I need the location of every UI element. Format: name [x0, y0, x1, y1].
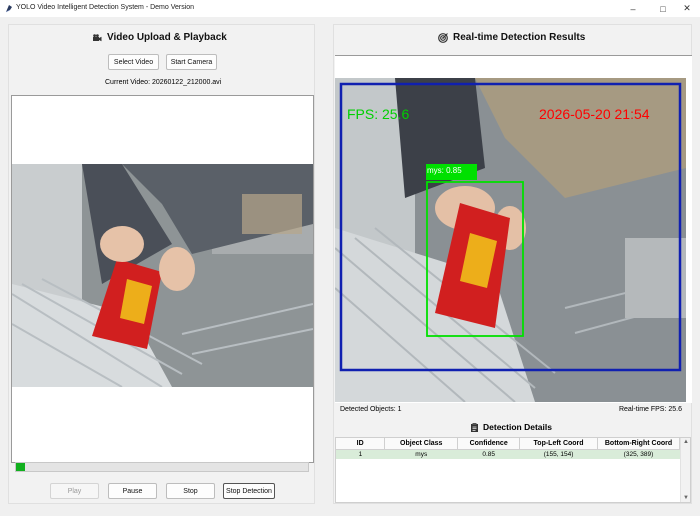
table-header-row: ID Object Class Confidence Top-Left Coor…	[336, 438, 680, 450]
detection-details-table: ID Object Class Confidence Top-Left Coor…	[335, 437, 691, 503]
video-frame-image	[12, 164, 313, 387]
detection-results-title-text: Real-time Detection Results	[453, 32, 586, 43]
detection-result-area: FPS: 25.6 2026-05-20 21:54 mys: 0.85	[335, 55, 692, 403]
minimize-button[interactable]: –	[620, 0, 646, 17]
detection-details-title: Detection Details	[470, 422, 552, 432]
pause-button[interactable]: Pause	[108, 483, 157, 499]
table-row[interactable]: 1 mys 0.85 (155, 154) (325, 389)	[336, 449, 680, 459]
start-camera-button[interactable]: Start Camera	[166, 54, 217, 70]
movie-camera-icon	[93, 33, 102, 41]
cell-top-left: (155, 154)	[519, 449, 598, 459]
video-upload-title: Video Upload & Playback	[92, 32, 227, 43]
column-header-confidence[interactable]: Confidence	[457, 438, 521, 450]
video-upload-panel: Video Upload & Playback Select Video Sta…	[8, 24, 315, 504]
cell-bottom-right: (325, 389)	[597, 449, 680, 459]
video-upload-title-text: Video Upload & Playback	[107, 32, 227, 43]
video-playback-area	[11, 95, 314, 463]
app-feather-icon	[5, 5, 12, 13]
overlay-timestamp-text: 2026-05-20 21:54	[539, 106, 650, 122]
cell-object-class: mys	[384, 449, 458, 459]
scroll-down-arrow-icon[interactable]: ▼	[683, 495, 689, 501]
detection-box-label: mys: 0.85	[427, 166, 462, 175]
close-button[interactable]: ✕	[674, 0, 700, 17]
column-header-id[interactable]: ID	[336, 438, 386, 450]
current-video-name: 20260122_212000.avi	[151, 79, 222, 86]
realtime-fps-readout: Real-time FPS: 25.6	[618, 406, 682, 413]
detection-results-title: Real-time Detection Results	[438, 32, 585, 43]
select-video-button[interactable]: Select Video	[108, 54, 159, 70]
detection-frame-image	[335, 78, 686, 402]
stop-button[interactable]: Stop	[166, 483, 215, 499]
current-video-label: Current Video: 20260122_212000.avi	[105, 79, 221, 86]
clipboard-icon	[471, 422, 478, 432]
detection-results-panel: Real-time Detection Results FPS: 25.6 20…	[333, 24, 692, 504]
play-button[interactable]: Play	[50, 483, 99, 499]
column-header-top-left[interactable]: Top-Left Coord	[519, 438, 598, 450]
playback-progress-fill	[16, 463, 25, 471]
window-title: YOLO Video Intelligent Detection System …	[16, 4, 195, 11]
maximize-button[interactable]: □	[650, 0, 676, 17]
column-header-bottom-right[interactable]: Bottom-Right Coord	[597, 438, 680, 450]
window-title-bar: YOLO Video Intelligent Detection System …	[0, 0, 700, 17]
scroll-up-arrow-icon[interactable]: ▲	[683, 439, 689, 445]
stop-detection-button[interactable]: Stop Detection	[223, 483, 275, 499]
table-vertical-scrollbar[interactable]: ▲ ▼	[680, 438, 690, 502]
overlay-fps-text: FPS: 25.6	[347, 106, 410, 122]
playback-progress-bar[interactable]	[15, 462, 309, 472]
current-video-prefix: Current Video:	[105, 79, 152, 86]
detected-objects-count: Detected Objects: 1	[340, 406, 402, 413]
cell-confidence: 0.85	[457, 449, 520, 459]
cell-id: 1	[336, 449, 385, 459]
target-icon	[438, 32, 448, 43]
column-header-object-class[interactable]: Object Class	[384, 438, 459, 450]
detection-details-title-text: Detection Details	[483, 422, 552, 432]
